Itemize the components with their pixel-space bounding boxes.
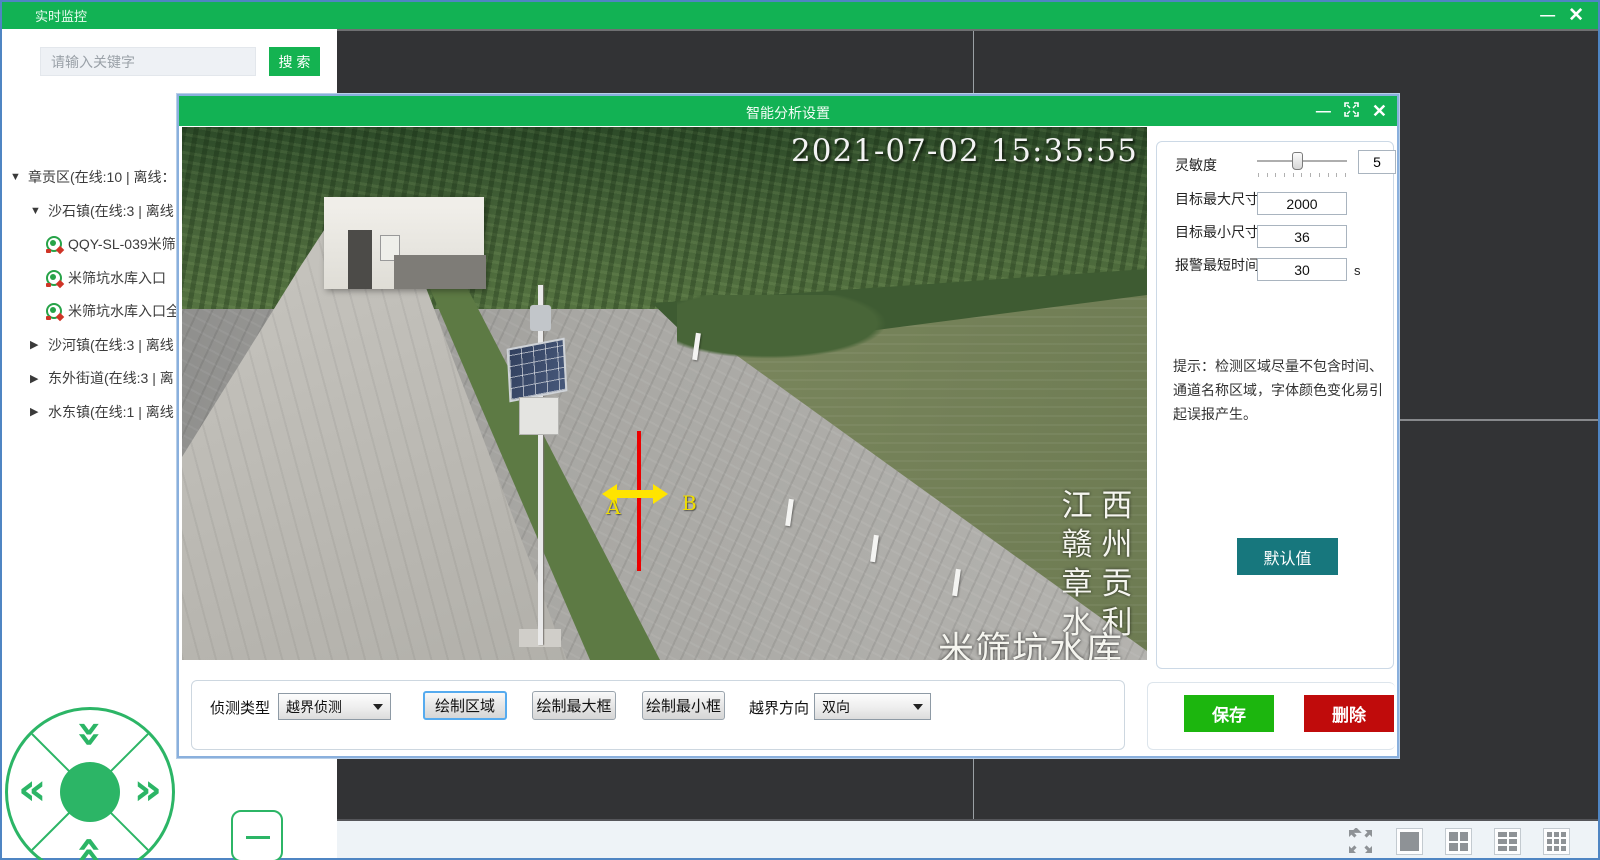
detection-controls-box: 侦测类型 越界侦测 绘制区域 绘制最大框 绘制最小框 越界方向 双向 bbox=[191, 680, 1125, 750]
sensitivity-slider[interactable] bbox=[1257, 150, 1347, 174]
alarm-time-input[interactable] bbox=[1257, 258, 1347, 281]
tree-expand-icon[interactable]: ▶ bbox=[30, 338, 48, 351]
default-values-button[interactable]: 默认值 bbox=[1237, 538, 1338, 575]
video-watermark-column: 江赣章水 bbox=[1059, 487, 1095, 643]
tree-item-label: QQY-SL-039米筛 bbox=[68, 234, 176, 254]
tree-collapse-icon[interactable]: ▼ bbox=[10, 171, 28, 183]
tree-camera-item[interactable]: 米筛坑水库入口全 bbox=[46, 301, 180, 321]
search-button[interactable]: 搜 索 bbox=[269, 47, 320, 76]
max-size-label: 目标最大尺寸 bbox=[1175, 189, 1259, 209]
camera-icon bbox=[46, 303, 62, 319]
layout-2x2-icon[interactable] bbox=[1445, 828, 1472, 855]
tree-item-label: 米筛坑水库入口 bbox=[68, 268, 166, 288]
arrow-right-head bbox=[653, 484, 668, 504]
tree-group-item[interactable]: ▶沙河镇(在线:3 | 离线 bbox=[30, 335, 174, 355]
arrow-bar bbox=[615, 490, 655, 498]
tree-group-item[interactable]: ▶东外街道(在线:3 | 离 bbox=[30, 368, 174, 388]
save-button[interactable]: 保存 bbox=[1184, 695, 1274, 732]
low-wall bbox=[394, 255, 486, 289]
tree-item-label: 东外街道(在线:3 | 离 bbox=[48, 368, 174, 388]
tree-group-item[interactable]: ▼章贡区(在线:10 | 离线： bbox=[10, 167, 176, 187]
tree-expand-icon[interactable]: ▶ bbox=[30, 372, 48, 385]
direction-select[interactable]: 双向 bbox=[814, 693, 931, 720]
tree-group-item[interactable]: ▶水东镇(在线:1 | 离线 bbox=[30, 402, 174, 422]
chevron-down-icon bbox=[913, 704, 923, 710]
point-a-label: A bbox=[606, 495, 620, 519]
ptz-up-icon[interactable]: » bbox=[68, 720, 112, 748]
alarm-time-label: 报警最短时间 bbox=[1175, 255, 1259, 275]
door bbox=[348, 230, 372, 289]
layout-3x3-icon[interactable] bbox=[1543, 828, 1570, 855]
window-titlebar: 实时监控 — ✕ bbox=[2, 2, 1598, 29]
smart-analysis-dialog: 智能分析设置 — ✕ bbox=[177, 94, 1399, 758]
tree-item-label: 沙石镇(在线:3 | 离线 bbox=[48, 201, 174, 221]
tree-item-label: 章贡区(在线:10 | 离线： bbox=[28, 167, 176, 187]
dialog-close-icon[interactable]: ✕ bbox=[1372, 102, 1387, 120]
video-timestamp: 2021-07-02 15:35:55 bbox=[791, 133, 1138, 169]
video-watermark-bottom: 米筛坑水库 bbox=[938, 621, 1123, 660]
ptz-right-icon[interactable]: » bbox=[134, 768, 162, 812]
alarm-time-unit: s bbox=[1354, 263, 1361, 278]
layout-single-icon[interactable] bbox=[1396, 828, 1423, 855]
equipment-box bbox=[519, 397, 559, 435]
slider-thumb[interactable] bbox=[1292, 152, 1303, 170]
zoom-out-button[interactable] bbox=[231, 810, 283, 860]
shore-bushes bbox=[677, 295, 907, 365]
ptz-left-icon[interactable]: « bbox=[18, 768, 46, 812]
draw-min-box-button[interactable]: 绘制最小框 bbox=[642, 691, 725, 720]
search-row: 搜 索 bbox=[40, 47, 320, 76]
tree-camera-item[interactable]: QQY-SL-039米筛 bbox=[46, 234, 176, 254]
ptz-center-button[interactable] bbox=[60, 762, 120, 822]
bottom-toolbar bbox=[337, 821, 1598, 858]
solar-panel bbox=[507, 338, 568, 403]
point-b-label: B bbox=[682, 491, 697, 515]
sensor-box bbox=[530, 305, 551, 331]
min-size-label: 目标最小尺寸 bbox=[1175, 222, 1259, 242]
dialog-titlebar: 智能分析设置 — ✕ bbox=[179, 96, 1397, 126]
camera-icon bbox=[46, 270, 62, 286]
tree-expand-icon[interactable]: ▶ bbox=[30, 405, 48, 418]
camera-video-canvas[interactable]: 2021-07-02 15:35:55 江赣章水 西州贡利 米筛坑水库 A B bbox=[182, 127, 1147, 660]
detect-type-select[interactable]: 越界侦测 bbox=[278, 693, 391, 720]
delete-button[interactable]: 删除 bbox=[1304, 695, 1394, 732]
ptz-down-icon[interactable]: « bbox=[68, 836, 112, 860]
detection-tip-text: 提示：检测区域尽量不包含时间、通道名称区域，字体颜色变化易引起误报产生。 bbox=[1173, 354, 1385, 426]
tree-group-item[interactable]: ▼沙石镇(在线:3 | 离线 bbox=[30, 201, 174, 221]
window-close-icon[interactable]: ✕ bbox=[1568, 6, 1584, 25]
weather-station-pole bbox=[538, 285, 543, 645]
dialog-maximize-icon[interactable] bbox=[1344, 102, 1359, 121]
draw-region-button[interactable]: 绘制区域 bbox=[423, 691, 507, 720]
dialog-title: 智能分析设置 bbox=[179, 103, 1397, 123]
camera-icon bbox=[46, 236, 62, 252]
fullscreen-icon[interactable] bbox=[1347, 828, 1374, 855]
tree-item-label: 米筛坑水库入口全 bbox=[68, 301, 180, 321]
tree-item-label: 水东镇(在线:1 | 离线 bbox=[48, 402, 174, 422]
video-watermark-column: 西州贡利 bbox=[1099, 487, 1135, 643]
min-size-input[interactable] bbox=[1257, 225, 1347, 248]
max-size-input[interactable] bbox=[1257, 192, 1347, 215]
draw-max-box-button[interactable]: 绘制最大框 bbox=[532, 691, 616, 720]
tree-item-label: 沙河镇(在线:3 | 离线 bbox=[48, 335, 174, 355]
ptz-control: » « « » bbox=[5, 707, 175, 860]
detect-type-label: 侦测类型 bbox=[210, 697, 270, 718]
slider-ticks bbox=[1258, 173, 1346, 177]
app-window: 实时监控 — ✕ 搜 索 ▼章贡区(在线:10 | 离线：▼沙石镇(在线:3 |… bbox=[0, 0, 1600, 860]
settings-panel: 灵敏度 目标最大尺寸 目标最小尺寸 报警最短时间 s 提示：检测区域尽量不包含时… bbox=[1156, 141, 1394, 669]
direction-label: 越界方向 bbox=[749, 697, 809, 718]
chevron-down-icon bbox=[373, 704, 383, 710]
window-title: 实时监控 bbox=[35, 6, 87, 25]
sensitivity-label: 灵敏度 bbox=[1175, 155, 1217, 175]
layout-2x3-icon[interactable] bbox=[1494, 828, 1521, 855]
search-input[interactable] bbox=[40, 47, 256, 76]
tree-collapse-icon[interactable]: ▼ bbox=[30, 205, 48, 217]
direction-value: 双向 bbox=[822, 697, 913, 717]
window-minimize-icon[interactable]: — bbox=[1540, 8, 1554, 23]
sensitivity-value-input[interactable] bbox=[1358, 150, 1396, 174]
tree-camera-item[interactable]: 米筛坑水库入口 bbox=[46, 268, 166, 288]
detect-type-value: 越界侦测 bbox=[286, 697, 373, 717]
dialog-minimize-icon[interactable]: — bbox=[1316, 104, 1331, 119]
